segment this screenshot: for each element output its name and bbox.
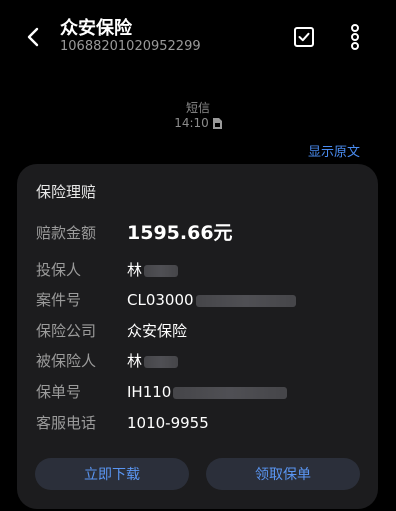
row-service-phone: 客服电话 1010-9955: [36, 411, 366, 435]
insurer-value: 众安保险: [127, 322, 188, 340]
row-case-number: 案件号 CL03000: [36, 288, 366, 312]
policyholder-value: 林: [127, 258, 179, 282]
sender-number: 10688201020952299: [60, 39, 201, 54]
row-label: 客服电话: [36, 414, 97, 432]
message-time-row: 14:10: [0, 116, 396, 130]
row-label: 案件号: [36, 291, 82, 309]
row-policyholder: 投保人 林: [36, 258, 366, 282]
get-policy-button[interactable]: 领取保单: [206, 458, 360, 490]
row-label: 投保人: [36, 261, 82, 279]
row-claim-amount: 赔款金额 1595.66元: [36, 221, 366, 245]
checkbox-icon: [294, 27, 314, 47]
service-phone-value[interactable]: 1010-9955: [127, 411, 209, 435]
download-now-button[interactable]: 立即下载: [35, 458, 189, 490]
redacted-block: [144, 355, 179, 368]
row-label: 保险公司: [36, 322, 97, 340]
sim-card-icon: [212, 117, 222, 129]
more-vertical-icon: [351, 24, 359, 50]
more-options-button[interactable]: [344, 22, 366, 52]
policy-number-text: IH110: [127, 383, 172, 401]
select-button[interactable]: [291, 24, 317, 50]
message-time: 14:10: [174, 116, 209, 130]
case-number-value: CL03000: [127, 288, 296, 312]
insurance-claim-card: 保险理赔 赔款金额 1595.66元 投保人 林 案件号 CL03000 保险公…: [17, 164, 378, 509]
row-label: 保单号: [36, 383, 82, 401]
case-number-text: CL03000: [127, 291, 194, 309]
insured-name: 林: [127, 352, 143, 370]
message-type-label: 短信: [185, 101, 210, 115]
policy-number-value: IH110: [127, 380, 288, 404]
redacted-block: [173, 386, 288, 399]
redacted-block: [144, 264, 179, 277]
conversation-title: 众安保险: [60, 18, 132, 39]
card-title: 保险理赔: [36, 183, 97, 201]
back-button[interactable]: [18, 22, 48, 52]
row-policy-number: 保单号 IH110: [36, 380, 366, 404]
claim-amount-value: 1595.66元: [127, 222, 233, 244]
row-insurer: 保险公司 众安保险: [36, 319, 366, 343]
show-original-link[interactable]: 显示原文: [308, 141, 360, 160]
back-arrow-icon: [27, 27, 39, 47]
row-label: 被保险人: [36, 352, 97, 370]
insured-value: 林: [127, 349, 179, 373]
row-insured: 被保险人 林: [36, 349, 366, 373]
redacted-block: [195, 294, 296, 307]
policyholder-name: 林: [127, 261, 143, 279]
app-header: 众安保险 10688201020952299: [0, 0, 396, 70]
row-label: 赔款金额: [36, 224, 97, 242]
